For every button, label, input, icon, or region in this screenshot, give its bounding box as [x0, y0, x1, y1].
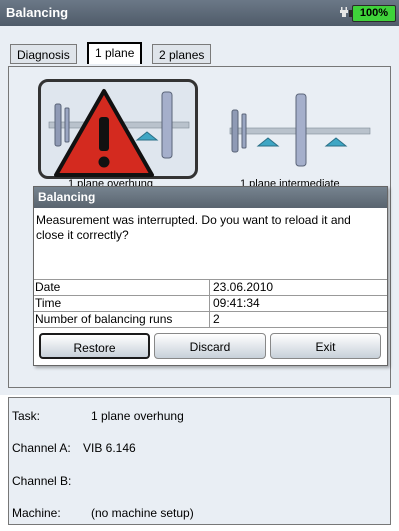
measurement-info-table: Date 23.06.2010 Time 09:41:34 Number of … [34, 279, 387, 328]
title-bar: Balancing 100% [0, 0, 399, 26]
tab-1-plane[interactable]: 1 plane [87, 42, 143, 64]
tab-diagnosis[interactable]: Diagnosis [10, 44, 77, 64]
tab-2-planes[interactable]: 2 planes [152, 44, 212, 64]
reload-dialog: Balancing Measurement was interrupted. D… [33, 186, 388, 366]
warning-icon [54, 89, 154, 177]
info-row-runs: Number of balancing runs 2 [34, 312, 387, 328]
channel-b-label: Channel B: [12, 474, 72, 488]
info-key: Time [35, 296, 62, 310]
channel-a-label: Channel A: [12, 441, 71, 455]
dialog-message: Measurement was interrupted. Do you want… [36, 213, 351, 242]
setup-details-panel: Task: 1 plane overhung Channel A: VIB 6.… [8, 397, 391, 525]
channel-a-value: VIB 6.146 [83, 441, 136, 455]
dialog-buttons: Restore Discard Exit [34, 333, 387, 363]
restore-button[interactable]: Restore [39, 333, 150, 359]
info-row-date: Date 23.06.2010 [34, 280, 387, 296]
exit-button[interactable]: Exit [270, 333, 381, 359]
task-value: 1 plane overhung [91, 409, 184, 423]
discard-button[interactable]: Discard [154, 333, 266, 359]
info-value: 23.06.2010 [209, 280, 273, 295]
dialog-title: Balancing [34, 187, 387, 208]
info-key: Number of balancing runs [35, 312, 173, 326]
info-value: 2 [209, 312, 220, 327]
battery-level: 100% [359, 7, 389, 19]
task-label: Task: [12, 409, 41, 423]
window-title: Balancing [6, 5, 69, 20]
intermediate-rotor-icon [229, 93, 371, 167]
machine-value: (no machine setup) [91, 506, 194, 520]
machine-label: Machine: [12, 506, 61, 520]
info-value: 09:41:34 [209, 296, 260, 311]
battery-icon: 100% [349, 5, 396, 22]
info-row-time: Time 09:41:34 [34, 296, 387, 312]
option-1-plane-intermediate[interactable] [222, 88, 372, 178]
info-key: Date [35, 280, 61, 294]
